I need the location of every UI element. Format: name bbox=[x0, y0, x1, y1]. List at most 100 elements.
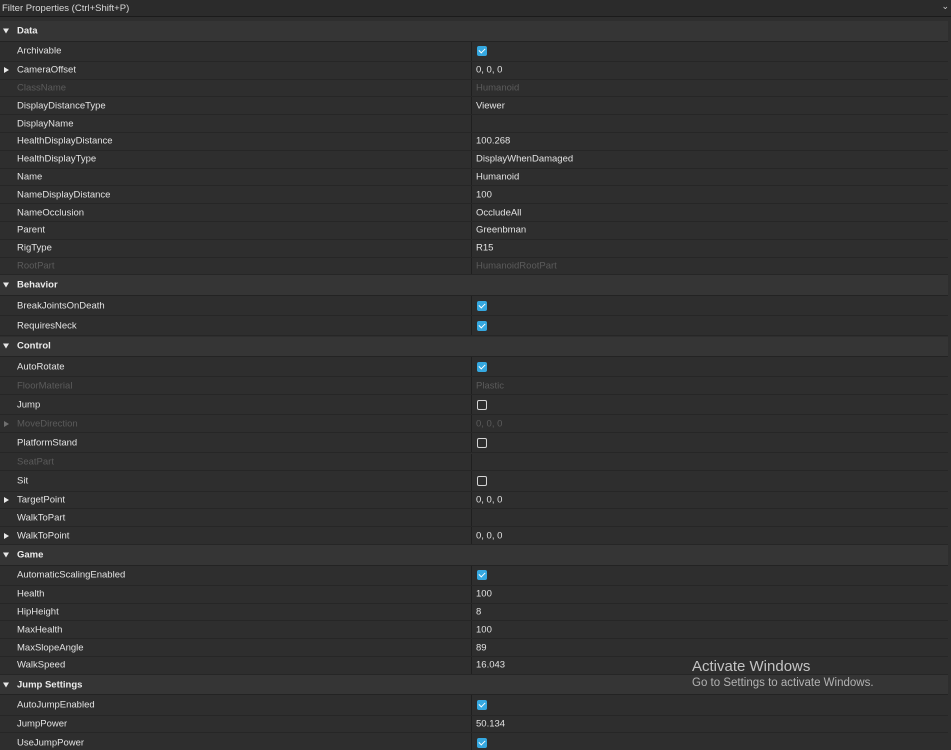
property-row-sit[interactable]: Sit bbox=[0, 471, 948, 492]
column-divider[interactable] bbox=[471, 295, 472, 316]
property-row-max-health[interactable]: MaxHealth 100 bbox=[0, 621, 948, 640]
collapse-arrow-icon[interactable] bbox=[3, 343, 9, 349]
property-row-parent[interactable]: Parent Greenbman bbox=[0, 222, 948, 240]
property-row-walk-to-point[interactable]: WalkToPoint 0, 0, 0 bbox=[0, 527, 948, 545]
checkbox[interactable] bbox=[477, 361, 487, 372]
property-value[interactable]: 100 bbox=[476, 624, 492, 635]
column-divider[interactable] bbox=[471, 257, 472, 275]
expand-arrow-icon[interactable] bbox=[4, 67, 9, 74]
property-row-display-distance-type[interactable]: DisplayDistanceType Viewer bbox=[0, 97, 948, 116]
property-value[interactable]: Viewer bbox=[476, 100, 505, 111]
column-divider[interactable] bbox=[471, 41, 472, 61]
category-game[interactable]: Game bbox=[0, 545, 948, 566]
property-value[interactable]: 0, 0, 0 bbox=[476, 530, 502, 541]
property-value[interactable]: 89 bbox=[476, 642, 487, 653]
property-row-seat-part[interactable]: SeatPart bbox=[0, 453, 948, 472]
checkbox[interactable] bbox=[477, 738, 487, 749]
column-divider[interactable] bbox=[471, 150, 472, 168]
expand-arrow-icon[interactable] bbox=[4, 532, 9, 539]
property-row-walk-speed[interactable]: WalkSpeed 16.043 bbox=[0, 657, 948, 675]
property-value[interactable]: 0, 0, 0 bbox=[476, 65, 502, 76]
column-divider[interactable] bbox=[471, 97, 472, 115]
property-row-name-display-distance[interactable]: NameDisplayDistance 100 bbox=[0, 186, 948, 205]
column-divider[interactable] bbox=[471, 239, 472, 257]
column-divider[interactable] bbox=[471, 527, 472, 544]
column-divider[interactable] bbox=[471, 509, 472, 527]
column-divider[interactable] bbox=[471, 639, 472, 656]
property-row-archivable[interactable]: Archivable bbox=[0, 41, 948, 62]
property-row-class-name[interactable]: ClassName Humanoid bbox=[0, 79, 948, 98]
column-divider[interactable] bbox=[471, 79, 472, 97]
property-row-requires-neck[interactable]: RequiresNeck bbox=[0, 316, 948, 337]
column-divider[interactable] bbox=[471, 222, 472, 239]
column-divider[interactable] bbox=[471, 316, 472, 336]
collapse-arrow-icon[interactable] bbox=[3, 682, 9, 688]
expand-arrow-icon[interactable] bbox=[4, 496, 9, 503]
column-divider[interactable] bbox=[471, 395, 472, 415]
checkbox[interactable] bbox=[477, 320, 487, 331]
column-divider[interactable] bbox=[471, 585, 472, 603]
property-value[interactable]: 8 bbox=[476, 606, 481, 617]
column-divider[interactable] bbox=[471, 603, 472, 621]
property-row-move-direction[interactable]: MoveDirection 0, 0, 0 bbox=[0, 415, 948, 434]
property-row-rig-type[interactable]: RigType R15 bbox=[0, 239, 948, 258]
column-divider[interactable] bbox=[471, 377, 472, 395]
checkbox[interactable] bbox=[477, 46, 487, 57]
column-divider[interactable] bbox=[471, 115, 472, 132]
property-row-automatic-scaling-enabled[interactable]: AutomaticScalingEnabled bbox=[0, 565, 948, 586]
property-value[interactable]: 16.043 bbox=[476, 660, 505, 671]
property-value[interactable]: 100.268 bbox=[476, 136, 510, 147]
property-value[interactable]: R15 bbox=[476, 243, 493, 254]
column-divider[interactable] bbox=[471, 657, 472, 674]
column-divider[interactable] bbox=[471, 204, 472, 221]
column-divider[interactable] bbox=[471, 186, 472, 204]
property-row-health[interactable]: Health 100 bbox=[0, 585, 948, 604]
checkbox[interactable] bbox=[477, 475, 487, 486]
collapse-arrow-icon[interactable] bbox=[3, 552, 9, 558]
property-row-display-name[interactable]: DisplayName bbox=[0, 115, 948, 133]
property-row-floor-material[interactable]: FloorMaterial Plastic bbox=[0, 377, 948, 396]
column-divider[interactable] bbox=[471, 168, 472, 186]
property-row-break-joints-on-death[interactable]: BreakJointsOnDeath bbox=[0, 295, 948, 317]
category-behavior[interactable]: Behavior bbox=[0, 275, 948, 296]
column-divider[interactable] bbox=[471, 621, 472, 639]
column-divider[interactable] bbox=[471, 415, 472, 433]
property-row-jump-power[interactable]: JumpPower 50.134 bbox=[0, 715, 948, 734]
filter-properties-input[interactable] bbox=[0, 0, 940, 16]
property-row-name[interactable]: Name Humanoid bbox=[0, 168, 948, 187]
checkbox[interactable] bbox=[477, 570, 487, 581]
property-row-max-slope-angle[interactable]: MaxSlopeAngle 89 bbox=[0, 639, 948, 657]
property-row-use-jump-power[interactable]: UseJumpPower bbox=[0, 733, 948, 750]
property-row-auto-jump-enabled[interactable]: AutoJumpEnabled bbox=[0, 695, 948, 716]
property-value[interactable]: OccludeAll bbox=[476, 207, 521, 218]
column-divider[interactable] bbox=[471, 715, 472, 733]
column-divider[interactable] bbox=[471, 453, 472, 471]
collapse-arrow-icon[interactable] bbox=[3, 282, 9, 288]
column-divider[interactable] bbox=[471, 565, 472, 585]
column-divider[interactable] bbox=[471, 357, 472, 377]
collapse-arrow-icon[interactable] bbox=[3, 28, 9, 34]
column-divider[interactable] bbox=[471, 61, 472, 79]
category-control[interactable]: Control bbox=[0, 336, 948, 357]
property-row-camera-offset[interactable]: CameraOffset 0, 0, 0 bbox=[0, 61, 948, 80]
category-data[interactable]: Data bbox=[0, 21, 948, 42]
property-row-name-occlusion[interactable]: NameOcclusion OccludeAll bbox=[0, 204, 948, 222]
column-divider[interactable] bbox=[471, 471, 472, 491]
column-divider[interactable] bbox=[471, 491, 472, 509]
property-row-health-display-distance[interactable]: HealthDisplayDistance 100.268 bbox=[0, 133, 948, 151]
checkbox[interactable] bbox=[477, 699, 487, 710]
property-row-walk-to-part[interactable]: WalkToPart bbox=[0, 509, 948, 528]
property-row-health-display-type[interactable]: HealthDisplayType DisplayWhenDamaged bbox=[0, 150, 948, 169]
column-divider[interactable] bbox=[471, 133, 472, 150]
property-value[interactable]: 100 bbox=[476, 189, 492, 200]
checkbox[interactable] bbox=[477, 437, 487, 448]
property-row-target-point[interactable]: TargetPoint 0, 0, 0 bbox=[0, 491, 948, 510]
checkbox[interactable] bbox=[477, 300, 487, 311]
property-row-auto-rotate[interactable]: AutoRotate bbox=[0, 357, 948, 378]
property-value[interactable]: Greenbman bbox=[476, 225, 526, 236]
property-row-jump[interactable]: Jump bbox=[0, 395, 948, 416]
expand-arrow-icon[interactable] bbox=[4, 420, 9, 427]
chevron-down-icon[interactable]: ⌄ bbox=[941, 0, 949, 12]
property-row-platform-stand[interactable]: PlatformStand bbox=[0, 433, 948, 454]
property-row-root-part[interactable]: RootPart HumanoidRootPart bbox=[0, 257, 948, 276]
